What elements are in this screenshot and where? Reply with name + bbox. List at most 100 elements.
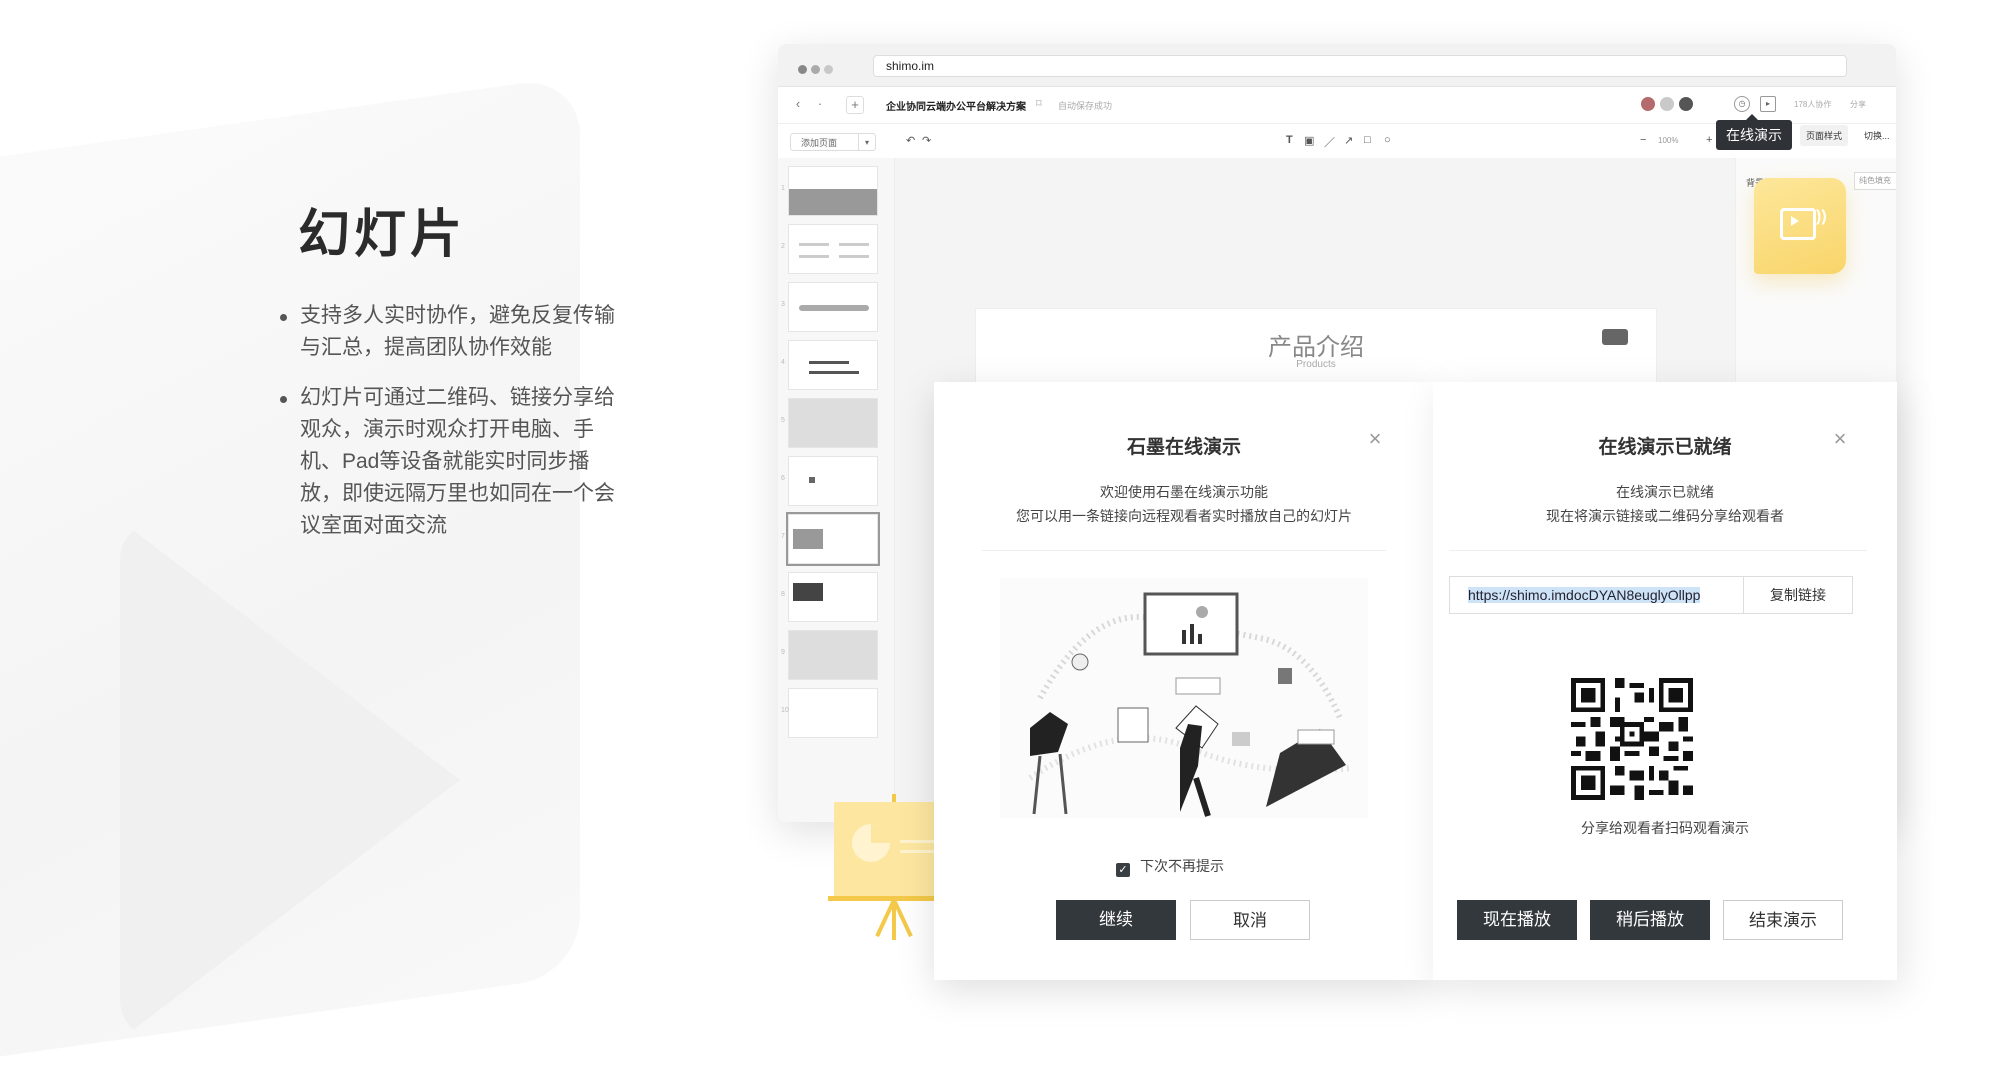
thumb-number: 2: [781, 243, 785, 250]
dialog-description: 在线演示已就绪 现在将演示链接或二维码分享给观看者: [1433, 480, 1897, 528]
close-icon[interactable]: ×: [1829, 428, 1851, 450]
current-slide[interactable]: 产品介绍 Products: [975, 308, 1657, 390]
image-icon[interactable]: ▣: [1304, 134, 1314, 147]
thumb-number: 9: [781, 649, 785, 656]
zoom-level[interactable]: 100%: [1658, 136, 1678, 145]
add-page-button[interactable]: 添加页面 ▾: [790, 133, 876, 151]
play-later-button[interactable]: 稍后播放: [1590, 900, 1710, 940]
thumb-number: 1: [781, 185, 785, 192]
browser-titlebar: shimo.im: [778, 44, 1896, 87]
chevron-down-icon[interactable]: ▾: [858, 134, 875, 150]
close-dot[interactable]: [798, 65, 807, 74]
text-icon[interactable]: T: [1286, 134, 1293, 146]
description-line: 您可以用一条链接向远程观看者实时播放自己的幻灯片: [1016, 508, 1352, 524]
feature-item: 支持多人实时协作，避免反复传输与汇总，提高团队协作效能: [280, 300, 630, 364]
avatar[interactable]: [1678, 96, 1694, 112]
divider: [1449, 550, 1867, 551]
slide-thumbnail[interactable]: 6: [781, 456, 878, 506]
hero-title: 幻灯片: [298, 204, 467, 265]
tab-transition[interactable]: 切换...: [1858, 125, 1896, 146]
avatar[interactable]: [1640, 96, 1656, 112]
share-link-input[interactable]: https://shimo.imdocDYAN8euglyOllpp: [1450, 577, 1746, 613]
slide-thumbnail[interactable]: 2: [781, 224, 878, 274]
window-controls: [798, 61, 837, 79]
slide-thumbnails: 1 2 3 4 5 6 7 8 9 10: [778, 158, 895, 822]
url-bar[interactable]: shimo.im: [873, 55, 1847, 77]
collaborator-avatars[interactable]: [1640, 96, 1697, 115]
slide-thumbnail[interactable]: 7: [781, 512, 880, 566]
dialog-title: 在线演示已就绪: [1598, 437, 1732, 458]
presentation-ready-dialog: 在线演示已就绪 × 在线演示已就绪 现在将演示链接或二维码分享给观看者 http…: [1433, 382, 1897, 980]
thumb-number: 6: [781, 475, 785, 482]
arrow-icon[interactable]: ↗: [1344, 134, 1353, 147]
slide-thumbnail[interactable]: 8: [781, 572, 878, 622]
dialog-title: 石墨在线演示: [1126, 437, 1241, 458]
share-link-text[interactable]: https://shimo.imdocDYAN8euglyOllpp: [1468, 587, 1701, 603]
avatar[interactable]: [1659, 96, 1675, 112]
present-feature-icon: )): [1754, 178, 1846, 274]
background-fill-select[interactable]: 纯色填充: [1854, 172, 1896, 190]
doc-header: ‹ · + 企业协同云端办公平台解决方案 ⌑ 自动保存成功 ◷ ▸ 178人协作…: [778, 87, 1896, 124]
tab-page-style[interactable]: 页面样式: [1800, 125, 1849, 146]
minimize-dot[interactable]: [811, 65, 820, 74]
rectangle-icon[interactable]: □: [1364, 134, 1371, 146]
slide-thumbnail[interactable]: 1: [781, 166, 878, 216]
doc-title[interactable]: 企业协同云端办公平台解决方案: [886, 98, 1026, 113]
zoom-in-icon[interactable]: +: [1706, 134, 1712, 146]
cancel-button[interactable]: 取消: [1190, 900, 1310, 940]
thumb-number: 4: [781, 359, 785, 366]
description-line: 欢迎使用石墨在线演示功能: [1100, 484, 1268, 500]
present-tooltip: 在线演示: [1716, 114, 1792, 150]
thumb-number: 3: [781, 301, 785, 308]
feature-item: 幻灯片可通过二维码、链接分享给观众，演示时观众打开电脑、手机、Pad等设备就能实…: [280, 382, 630, 542]
welcome-dialog: 石墨在线演示 × 欢迎使用石墨在线演示功能 您可以用一条链接向远程观看者实时播放…: [934, 382, 1434, 980]
circle-icon[interactable]: ○: [1384, 134, 1391, 146]
slide-title[interactable]: 产品介绍: [976, 327, 1656, 362]
slide-thumbnail[interactable]: 3: [781, 282, 878, 332]
slide-subtitle[interactable]: Products: [976, 359, 1656, 370]
copy-link-button[interactable]: 复制链接: [1743, 577, 1852, 613]
slide-thumbnail[interactable]: 10: [781, 688, 878, 738]
divider: [982, 550, 1386, 551]
zoom-out-icon[interactable]: −: [1640, 134, 1646, 146]
share-link-row: https://shimo.imdocDYAN8euglyOllpp 复制链接: [1449, 576, 1853, 614]
description-line: 现在将演示链接或二维码分享给观看者: [1546, 508, 1784, 524]
end-presentation-button[interactable]: 结束演示: [1723, 900, 1843, 940]
back-icon[interactable]: ‹: [790, 96, 806, 112]
present-icon[interactable]: ▸: [1760, 96, 1776, 112]
more-icon[interactable]: ·: [812, 96, 828, 112]
description-line: 在线演示已就绪: [1616, 484, 1714, 500]
collaborators-count[interactable]: 178人协作: [1794, 99, 1831, 110]
undo-icon[interactable]: ↶: [906, 134, 915, 147]
history-icon[interactable]: ◷: [1734, 96, 1750, 112]
checkbox-checked-icon[interactable]: ✓: [1116, 863, 1130, 877]
thumb-number: 8: [781, 591, 785, 598]
line-icon[interactable]: ／: [1324, 134, 1335, 150]
panel-tabs: 页面样式 切换...: [1800, 125, 1906, 146]
new-doc-icon[interactable]: +: [846, 96, 864, 114]
share-button[interactable]: 分享: [1850, 99, 1866, 110]
dialog-description: 欢迎使用石墨在线演示功能 您可以用一条链接向远程观看者实时播放自己的幻灯片: [934, 480, 1434, 528]
background-triangle: [120, 520, 460, 1040]
qr-code: [1571, 678, 1693, 800]
slide-thumbnail[interactable]: 4: [781, 340, 878, 390]
add-page-label: 添加页面: [801, 138, 838, 148]
continue-button[interactable]: 继续: [1056, 900, 1176, 940]
thumb-number: 10: [781, 707, 789, 714]
play-now-button[interactable]: 现在播放: [1457, 900, 1577, 940]
checkbox-label: 下次不再提示: [1140, 858, 1224, 874]
redo-icon[interactable]: ↷: [922, 134, 931, 147]
slide-thumbnail[interactable]: 9: [781, 630, 878, 680]
close-icon[interactable]: ×: [1364, 428, 1386, 450]
slide-badge: [1602, 329, 1628, 345]
bookmark-icon[interactable]: ⌑: [1036, 97, 1042, 110]
maximize-dot[interactable]: [824, 65, 833, 74]
qr-caption: 分享给观看者扫码观看演示: [1581, 820, 1749, 836]
feature-list: 支持多人实时协作，避免反复传输与汇总，提高团队协作效能 幻灯片可通过二维码、链接…: [280, 300, 630, 560]
thumb-number: 7: [781, 533, 785, 540]
thumb-number: 5: [781, 417, 785, 424]
presentation-illustration: [1000, 578, 1368, 818]
dont-show-again-checkbox[interactable]: ✓ 下次不再提示: [1116, 856, 1224, 877]
save-status: 自动保存成功: [1058, 101, 1113, 111]
slide-thumbnail[interactable]: 5: [781, 398, 878, 448]
